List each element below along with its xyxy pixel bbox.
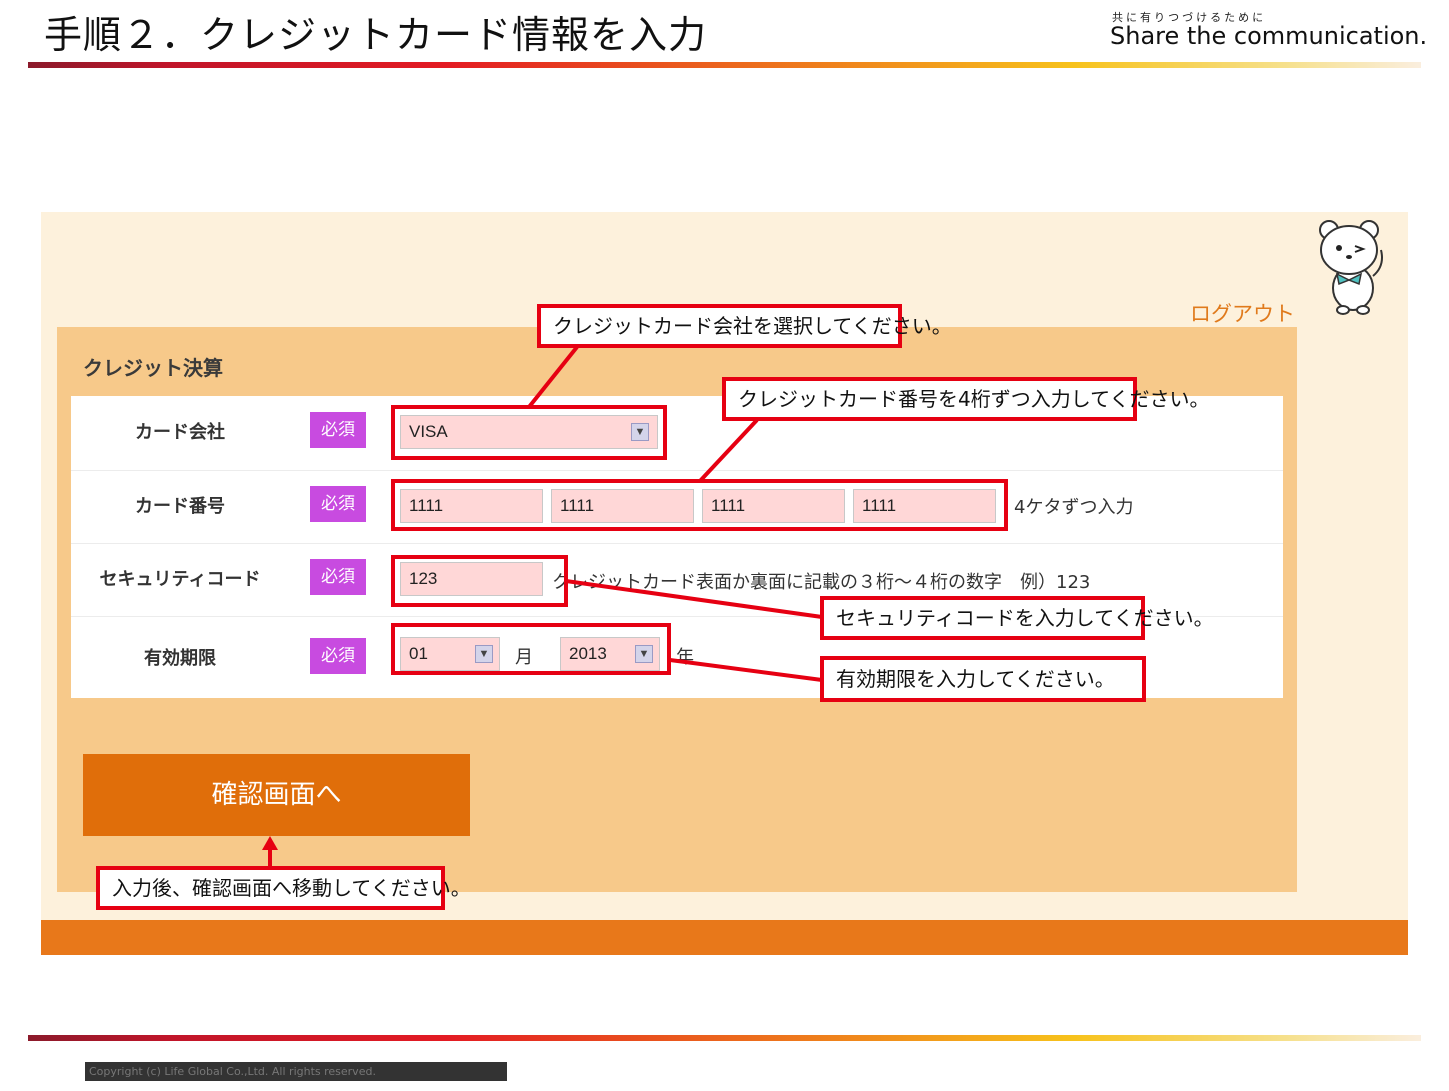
copyright: Copyright (c) Life Global Co.,Ltd. All r… bbox=[85, 1062, 507, 1081]
callout-connectors bbox=[262, 345, 823, 868]
callout-card-number: クレジットカード番号を4桁ずつ入力してください。 bbox=[722, 377, 1210, 421]
callout-card-company: クレジットカード会社を選択してください。 bbox=[537, 304, 952, 348]
callout-security-code: セキュリティコードを入力してください。 bbox=[820, 596, 1214, 640]
footer-divider bbox=[28, 1035, 1421, 1041]
callout-expiry: 有効期限を入力してください。 bbox=[820, 656, 1146, 702]
callout-confirm: 入力後、確認画面へ移動してください。 bbox=[96, 866, 471, 910]
